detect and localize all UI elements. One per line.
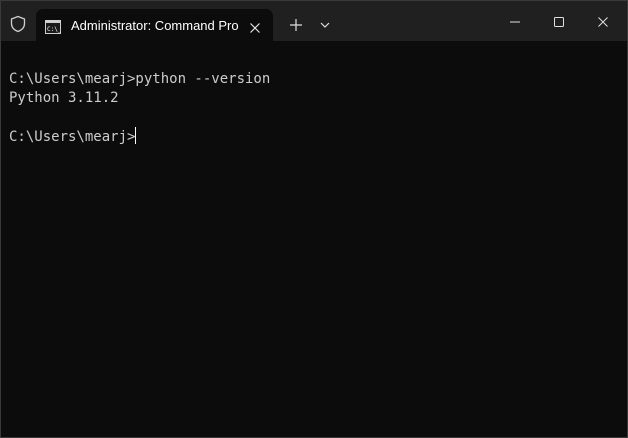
close-window-button[interactable] (580, 7, 626, 37)
close-tab-icon[interactable] (248, 20, 262, 34)
tab-title: Administrator: Command Pro (71, 18, 239, 33)
terminal-prompt: C:\Users\mearj> (9, 129, 136, 145)
terminal-output[interactable]: C:\Users\mearj>python --version Python 3… (9, 70, 619, 433)
minimize-button[interactable] (492, 7, 538, 37)
terminal-line: C:\Users\mearj>python --version (9, 71, 271, 87)
text-cursor (135, 127, 137, 144)
command-prompt-icon: C:\_ (45, 19, 62, 34)
terminal-line: Python 3.11.2 (9, 90, 119, 106)
close-icon (598, 17, 608, 27)
minimize-icon (510, 21, 520, 23)
new-tab-icon[interactable] (287, 16, 305, 34)
chevron-down-icon[interactable] (317, 17, 333, 33)
svg-text:C:\_: C:\_ (47, 26, 61, 33)
maximize-icon (554, 17, 564, 27)
tab-command-prompt[interactable]: C:\_ Administrator: Command Pro (36, 9, 273, 42)
terminal-prompt-line: C:\Users\mearj> (9, 127, 619, 146)
shield-icon (9, 15, 27, 33)
title-bar[interactable]: C:\_ Administrator: Command Pro (1, 1, 627, 42)
maximize-button[interactable] (536, 7, 582, 37)
terminal-window: C:\_ Administrator: Command Pro C:\Users… (0, 0, 628, 438)
